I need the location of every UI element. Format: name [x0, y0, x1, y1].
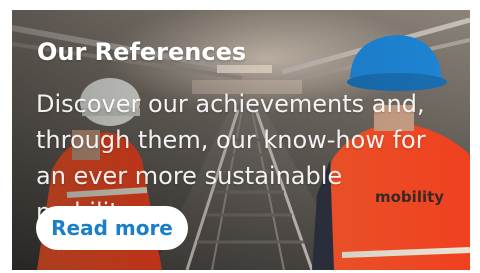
card-description: Discover our achievements and, through t…: [36, 90, 426, 218]
references-card[interactable]: mobility Our References Discover our ach…: [12, 10, 470, 270]
card-title: Our References: [37, 38, 247, 66]
read-more-button[interactable]: Read more: [36, 206, 188, 250]
